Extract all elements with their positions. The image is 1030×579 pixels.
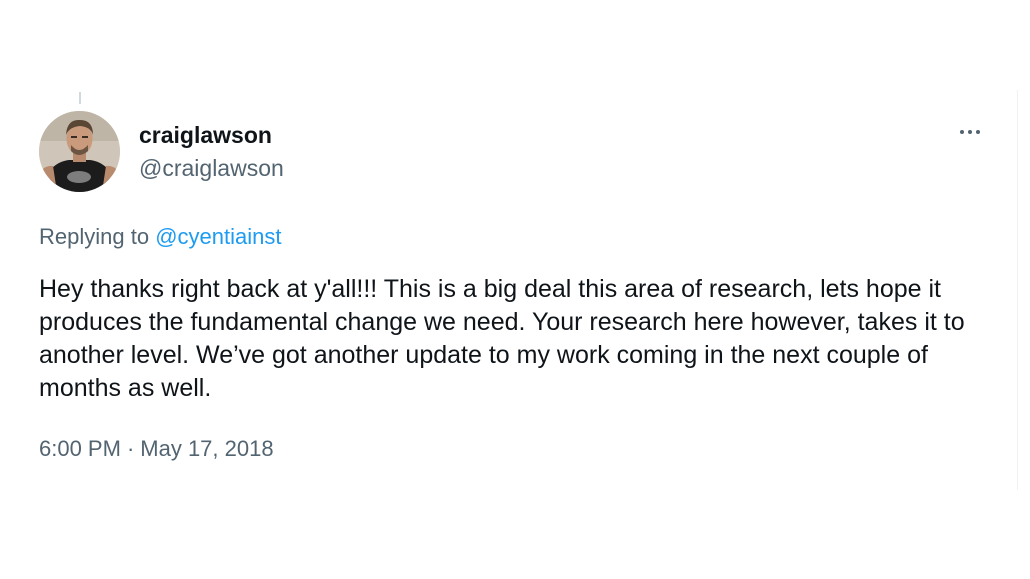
card-edge-divider	[1017, 90, 1018, 490]
tweet-timestamp[interactable]: 6:00 PM · May 17, 2018	[39, 435, 274, 463]
avatar-photo	[39, 111, 120, 192]
timestamp-separator: ·	[126, 436, 135, 461]
more-horizontal-icon	[960, 130, 980, 134]
thread-connector-line	[79, 92, 81, 104]
avatar[interactable]	[39, 111, 120, 192]
display-name[interactable]: craiglawson	[139, 121, 272, 149]
replying-to-line: Replying to @cyentiainst	[39, 223, 281, 251]
tweet-card: craiglawson @craiglawson Replying to @cy…	[0, 0, 1030, 579]
tweet-text: Hey thanks right back at y'all!!! This i…	[39, 275, 965, 402]
tweet-time: 6:00 PM	[39, 436, 121, 461]
user-handle[interactable]: @craiglawson	[139, 154, 284, 182]
tweet-date: May 17, 2018	[140, 436, 274, 461]
replying-to-mention-link[interactable]: @cyentiainst	[155, 224, 281, 249]
more-options-button[interactable]	[952, 118, 988, 146]
replying-to-label: Replying to	[39, 224, 150, 249]
